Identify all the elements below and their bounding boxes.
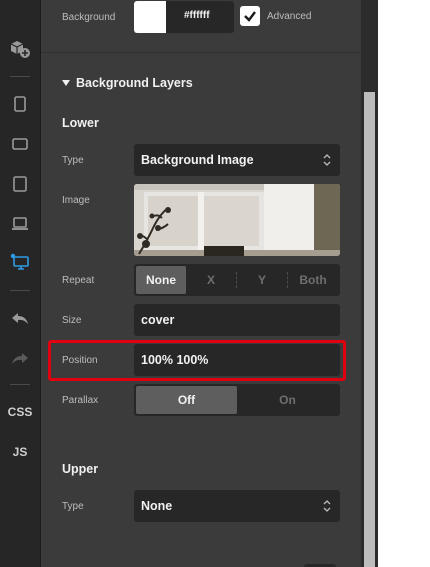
background-color-picker[interactable]: #ffffff [134, 1, 234, 33]
rail-divider [10, 384, 30, 385]
repeat-label: Repeat [62, 275, 95, 286]
color-swatch[interactable] [134, 1, 166, 33]
background-layers-toggle[interactable]: Background Layers [62, 76, 193, 90]
select-chevron-icon [323, 500, 331, 512]
size-label: Size [62, 315, 82, 326]
parallax-toggle[interactable]: Off On [134, 384, 340, 416]
type-label: Type [62, 155, 84, 166]
js-button[interactable]: JS [0, 434, 40, 470]
background-label: Background [62, 12, 116, 23]
upper-type-select[interactable]: None [134, 490, 340, 522]
upper-type-label: Type [62, 501, 84, 512]
rail-divider [10, 290, 30, 291]
repeat-selector[interactable]: None X Y Both [134, 264, 340, 296]
redo-icon[interactable] [0, 340, 40, 376]
lower-type-value: Background Image [141, 153, 254, 167]
phone-portrait-icon[interactable] [0, 86, 40, 122]
lower-heading: Lower [62, 116, 99, 130]
check-icon [244, 11, 256, 22]
section-divider [41, 52, 361, 53]
image-label: Image [62, 195, 90, 206]
background-layers-title: Background Layers [76, 76, 193, 90]
upper-type-value: None [141, 499, 173, 513]
css-label: CSS [7, 405, 33, 419]
css-button[interactable]: CSS [0, 394, 40, 430]
repeat-option-y[interactable]: Y [237, 266, 287, 294]
left-toolbar: CSS JS [0, 0, 41, 567]
laptop-icon[interactable] [0, 206, 40, 242]
image-preview[interactable] [134, 184, 340, 256]
lower-type-select[interactable]: Background Image [134, 144, 340, 176]
repeat-option-none[interactable]: None [136, 266, 186, 294]
parallax-label: Parallax [62, 395, 99, 406]
undo-icon[interactable] [0, 300, 40, 336]
tablet-icon[interactable] [0, 166, 40, 202]
select-chevron-icon [323, 154, 331, 166]
upper-heading: Upper [62, 462, 99, 476]
advanced-checkbox[interactable] [240, 6, 260, 26]
parallax-option-off[interactable]: Off [136, 386, 237, 414]
scrollbar-thumb[interactable] [364, 92, 375, 567]
desktop-icon[interactable] [0, 244, 40, 280]
caret-down-icon [62, 80, 70, 86]
phone-landscape-icon[interactable] [0, 126, 40, 162]
advanced-label: Advanced [267, 11, 312, 22]
repeat-option-x[interactable]: X [186, 266, 236, 294]
size-input[interactable]: cover [134, 304, 340, 336]
rail-divider [10, 76, 30, 77]
size-value: cover [141, 313, 175, 327]
js-label: JS [12, 445, 28, 459]
add-block-icon[interactable] [0, 31, 40, 67]
highlight-box [48, 340, 346, 381]
parallax-option-on[interactable]: On [237, 386, 338, 414]
color-hex-value: #ffffff [184, 10, 210, 21]
repeat-option-both[interactable]: Both [288, 266, 338, 294]
